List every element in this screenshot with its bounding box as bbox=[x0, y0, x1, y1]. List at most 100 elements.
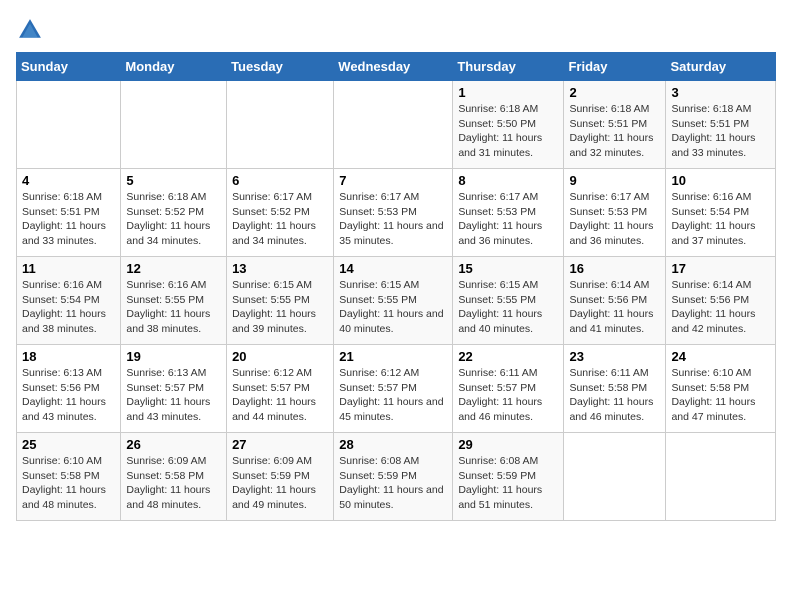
calendar-cell: 11Sunrise: 6:16 AMSunset: 5:54 PMDayligh… bbox=[17, 257, 121, 345]
day-number: 14 bbox=[339, 261, 447, 276]
logo-icon bbox=[16, 16, 44, 44]
day-number: 24 bbox=[671, 349, 770, 364]
day-number: 23 bbox=[569, 349, 660, 364]
day-info: Sunrise: 6:09 AMSunset: 5:58 PMDaylight:… bbox=[126, 454, 221, 513]
calendar-cell: 27 Sunrise: 6:09 AMSunset: 5:59 PMDayligh… bbox=[227, 433, 334, 521]
day-number: 27 bbox=[232, 437, 328, 452]
day-info: Sunrise: 6:15 AMSunset: 5:55 PMDaylight:… bbox=[339, 278, 447, 337]
day-info: Sunrise: 6:11 AMSunset: 5:58 PMDaylight:… bbox=[569, 366, 660, 425]
day-info: Sunrise: 6:17 AMSunset: 5:53 PMDaylight:… bbox=[339, 190, 447, 249]
day-info: Sunrise: 6:17 AMSunset: 5:52 PMDaylight:… bbox=[232, 190, 328, 249]
calendar-table: Sunday Monday Tuesday Wednesday Thursday… bbox=[16, 52, 776, 521]
day-info: Sunrise: 6:12 AMSunset: 5:57 PMDaylight:… bbox=[232, 366, 328, 425]
day-number: 6 bbox=[232, 173, 328, 188]
calendar-cell: 23 Sunrise: 6:11 AMSunset: 5:58 PMDayligh… bbox=[564, 345, 666, 433]
day-info: Sunrise: 6:18 AMSunset: 5:51 PMDaylight:… bbox=[671, 102, 770, 161]
day-number: 21 bbox=[339, 349, 447, 364]
day-info: Sunrise: 6:09 AMSunset: 5:59 PMDaylight:… bbox=[232, 454, 328, 513]
calendar-cell: 4Sunrise: 6:18 AMSunset: 5:51 PMDaylight… bbox=[17, 169, 121, 257]
calendar-cell: 22 Sunrise: 6:11 AMSunset: 5:57 PMDayligh… bbox=[453, 345, 564, 433]
day-number: 1 bbox=[458, 85, 558, 100]
calendar-cell: 2 Sunrise: 6:18 AMSunset: 5:51 PMDaylight… bbox=[564, 81, 666, 169]
calendar-cell bbox=[121, 81, 227, 169]
calendar-header: Sunday Monday Tuesday Wednesday Thursday… bbox=[17, 53, 776, 81]
day-info: Sunrise: 6:08 AMSunset: 5:59 PMDaylight:… bbox=[458, 454, 558, 513]
day-number: 2 bbox=[569, 85, 660, 100]
day-info: Sunrise: 6:14 AMSunset: 5:56 PMDaylight:… bbox=[569, 278, 660, 337]
day-info: Sunrise: 6:13 AMSunset: 5:57 PMDaylight:… bbox=[126, 366, 221, 425]
header-saturday: Saturday bbox=[666, 53, 776, 81]
calendar-cell bbox=[227, 81, 334, 169]
calendar-cell bbox=[17, 81, 121, 169]
day-info: Sunrise: 6:15 AMSunset: 5:55 PMDaylight:… bbox=[232, 278, 328, 337]
day-info: Sunrise: 6:18 AMSunset: 5:51 PMDaylight:… bbox=[569, 102, 660, 161]
calendar-cell: 28 Sunrise: 6:08 AMSunset: 5:59 PMDayligh… bbox=[334, 433, 453, 521]
calendar-cell: 5 Sunrise: 6:18 AMSunset: 5:52 PMDaylight… bbox=[121, 169, 227, 257]
calendar-week-1: 1 Sunrise: 6:18 AMSunset: 5:50 PMDaylight… bbox=[17, 81, 776, 169]
day-info: Sunrise: 6:17 AMSunset: 5:53 PMDaylight:… bbox=[569, 190, 660, 249]
calendar-cell: 25Sunrise: 6:10 AMSunset: 5:58 PMDayligh… bbox=[17, 433, 121, 521]
day-info: Sunrise: 6:18 AMSunset: 5:50 PMDaylight:… bbox=[458, 102, 558, 161]
day-number: 17 bbox=[671, 261, 770, 276]
calendar-cell: 18 Sunrise: 6:13 AMSunset: 5:56 PMDayligh… bbox=[17, 345, 121, 433]
day-number: 7 bbox=[339, 173, 447, 188]
calendar-cell: 12 Sunrise: 6:16 AMSunset: 5:55 PMDayligh… bbox=[121, 257, 227, 345]
calendar-week-2: 4Sunrise: 6:18 AMSunset: 5:51 PMDaylight… bbox=[17, 169, 776, 257]
day-number: 16 bbox=[569, 261, 660, 276]
calendar-cell: 1 Sunrise: 6:18 AMSunset: 5:50 PMDaylight… bbox=[453, 81, 564, 169]
day-number: 5 bbox=[126, 173, 221, 188]
calendar-cell: 26 Sunrise: 6:09 AMSunset: 5:58 PMDayligh… bbox=[121, 433, 227, 521]
calendar-cell: 21 Sunrise: 6:12 AMSunset: 5:57 PMDayligh… bbox=[334, 345, 453, 433]
calendar-cell: 8 Sunrise: 6:17 AMSunset: 5:53 PMDaylight… bbox=[453, 169, 564, 257]
day-info: Sunrise: 6:08 AMSunset: 5:59 PMDaylight:… bbox=[339, 454, 447, 513]
day-info: Sunrise: 6:15 AMSunset: 5:55 PMDaylight:… bbox=[458, 278, 558, 337]
header-thursday: Thursday bbox=[453, 53, 564, 81]
calendar-week-3: 11Sunrise: 6:16 AMSunset: 5:54 PMDayligh… bbox=[17, 257, 776, 345]
calendar-cell: 3 Sunrise: 6:18 AMSunset: 5:51 PMDaylight… bbox=[666, 81, 776, 169]
header-monday: Monday bbox=[121, 53, 227, 81]
calendar-cell: 14 Sunrise: 6:15 AMSunset: 5:55 PMDayligh… bbox=[334, 257, 453, 345]
day-number: 29 bbox=[458, 437, 558, 452]
day-info: Sunrise: 6:16 AMSunset: 5:54 PMDaylight:… bbox=[671, 190, 770, 249]
calendar-cell: 16 Sunrise: 6:14 AMSunset: 5:56 PMDayligh… bbox=[564, 257, 666, 345]
calendar-cell: 6 Sunrise: 6:17 AMSunset: 5:52 PMDaylight… bbox=[227, 169, 334, 257]
day-info: Sunrise: 6:14 AMSunset: 5:56 PMDaylight:… bbox=[671, 278, 770, 337]
header-tuesday: Tuesday bbox=[227, 53, 334, 81]
calendar-cell: 15 Sunrise: 6:15 AMSunset: 5:55 PMDayligh… bbox=[453, 257, 564, 345]
day-number: 22 bbox=[458, 349, 558, 364]
day-number: 20 bbox=[232, 349, 328, 364]
day-number: 13 bbox=[232, 261, 328, 276]
calendar-cell: 10 Sunrise: 6:16 AMSunset: 5:54 PMDayligh… bbox=[666, 169, 776, 257]
day-number: 8 bbox=[458, 173, 558, 188]
day-info: Sunrise: 6:17 AMSunset: 5:53 PMDaylight:… bbox=[458, 190, 558, 249]
day-number: 12 bbox=[126, 261, 221, 276]
day-info: Sunrise: 6:10 AMSunset: 5:58 PMDaylight:… bbox=[22, 454, 115, 513]
day-number: 26 bbox=[126, 437, 221, 452]
header bbox=[16, 16, 776, 44]
day-number: 10 bbox=[671, 173, 770, 188]
calendar-cell bbox=[334, 81, 453, 169]
day-info: Sunrise: 6:18 AMSunset: 5:52 PMDaylight:… bbox=[126, 190, 221, 249]
day-number: 3 bbox=[671, 85, 770, 100]
day-info: Sunrise: 6:16 AMSunset: 5:54 PMDaylight:… bbox=[22, 278, 115, 337]
day-info: Sunrise: 6:13 AMSunset: 5:56 PMDaylight:… bbox=[22, 366, 115, 425]
day-info: Sunrise: 6:12 AMSunset: 5:57 PMDaylight:… bbox=[339, 366, 447, 425]
logo bbox=[16, 16, 48, 44]
day-info: Sunrise: 6:11 AMSunset: 5:57 PMDaylight:… bbox=[458, 366, 558, 425]
calendar-cell bbox=[666, 433, 776, 521]
calendar-cell: 24 Sunrise: 6:10 AMSunset: 5:58 PMDayligh… bbox=[666, 345, 776, 433]
calendar-cell: 7 Sunrise: 6:17 AMSunset: 5:53 PMDaylight… bbox=[334, 169, 453, 257]
day-number: 15 bbox=[458, 261, 558, 276]
calendar-cell: 13 Sunrise: 6:15 AMSunset: 5:55 PMDayligh… bbox=[227, 257, 334, 345]
calendar-body: 1 Sunrise: 6:18 AMSunset: 5:50 PMDaylight… bbox=[17, 81, 776, 521]
calendar-cell: 19Sunrise: 6:13 AMSunset: 5:57 PMDayligh… bbox=[121, 345, 227, 433]
header-wednesday: Wednesday bbox=[334, 53, 453, 81]
day-info: Sunrise: 6:16 AMSunset: 5:55 PMDaylight:… bbox=[126, 278, 221, 337]
day-number: 28 bbox=[339, 437, 447, 452]
header-sunday: Sunday bbox=[17, 53, 121, 81]
day-number: 4 bbox=[22, 173, 115, 188]
header-row: Sunday Monday Tuesday Wednesday Thursday… bbox=[17, 53, 776, 81]
day-number: 18 bbox=[22, 349, 115, 364]
day-info: Sunrise: 6:10 AMSunset: 5:58 PMDaylight:… bbox=[671, 366, 770, 425]
calendar-cell: 29 Sunrise: 6:08 AMSunset: 5:59 PMDayligh… bbox=[453, 433, 564, 521]
